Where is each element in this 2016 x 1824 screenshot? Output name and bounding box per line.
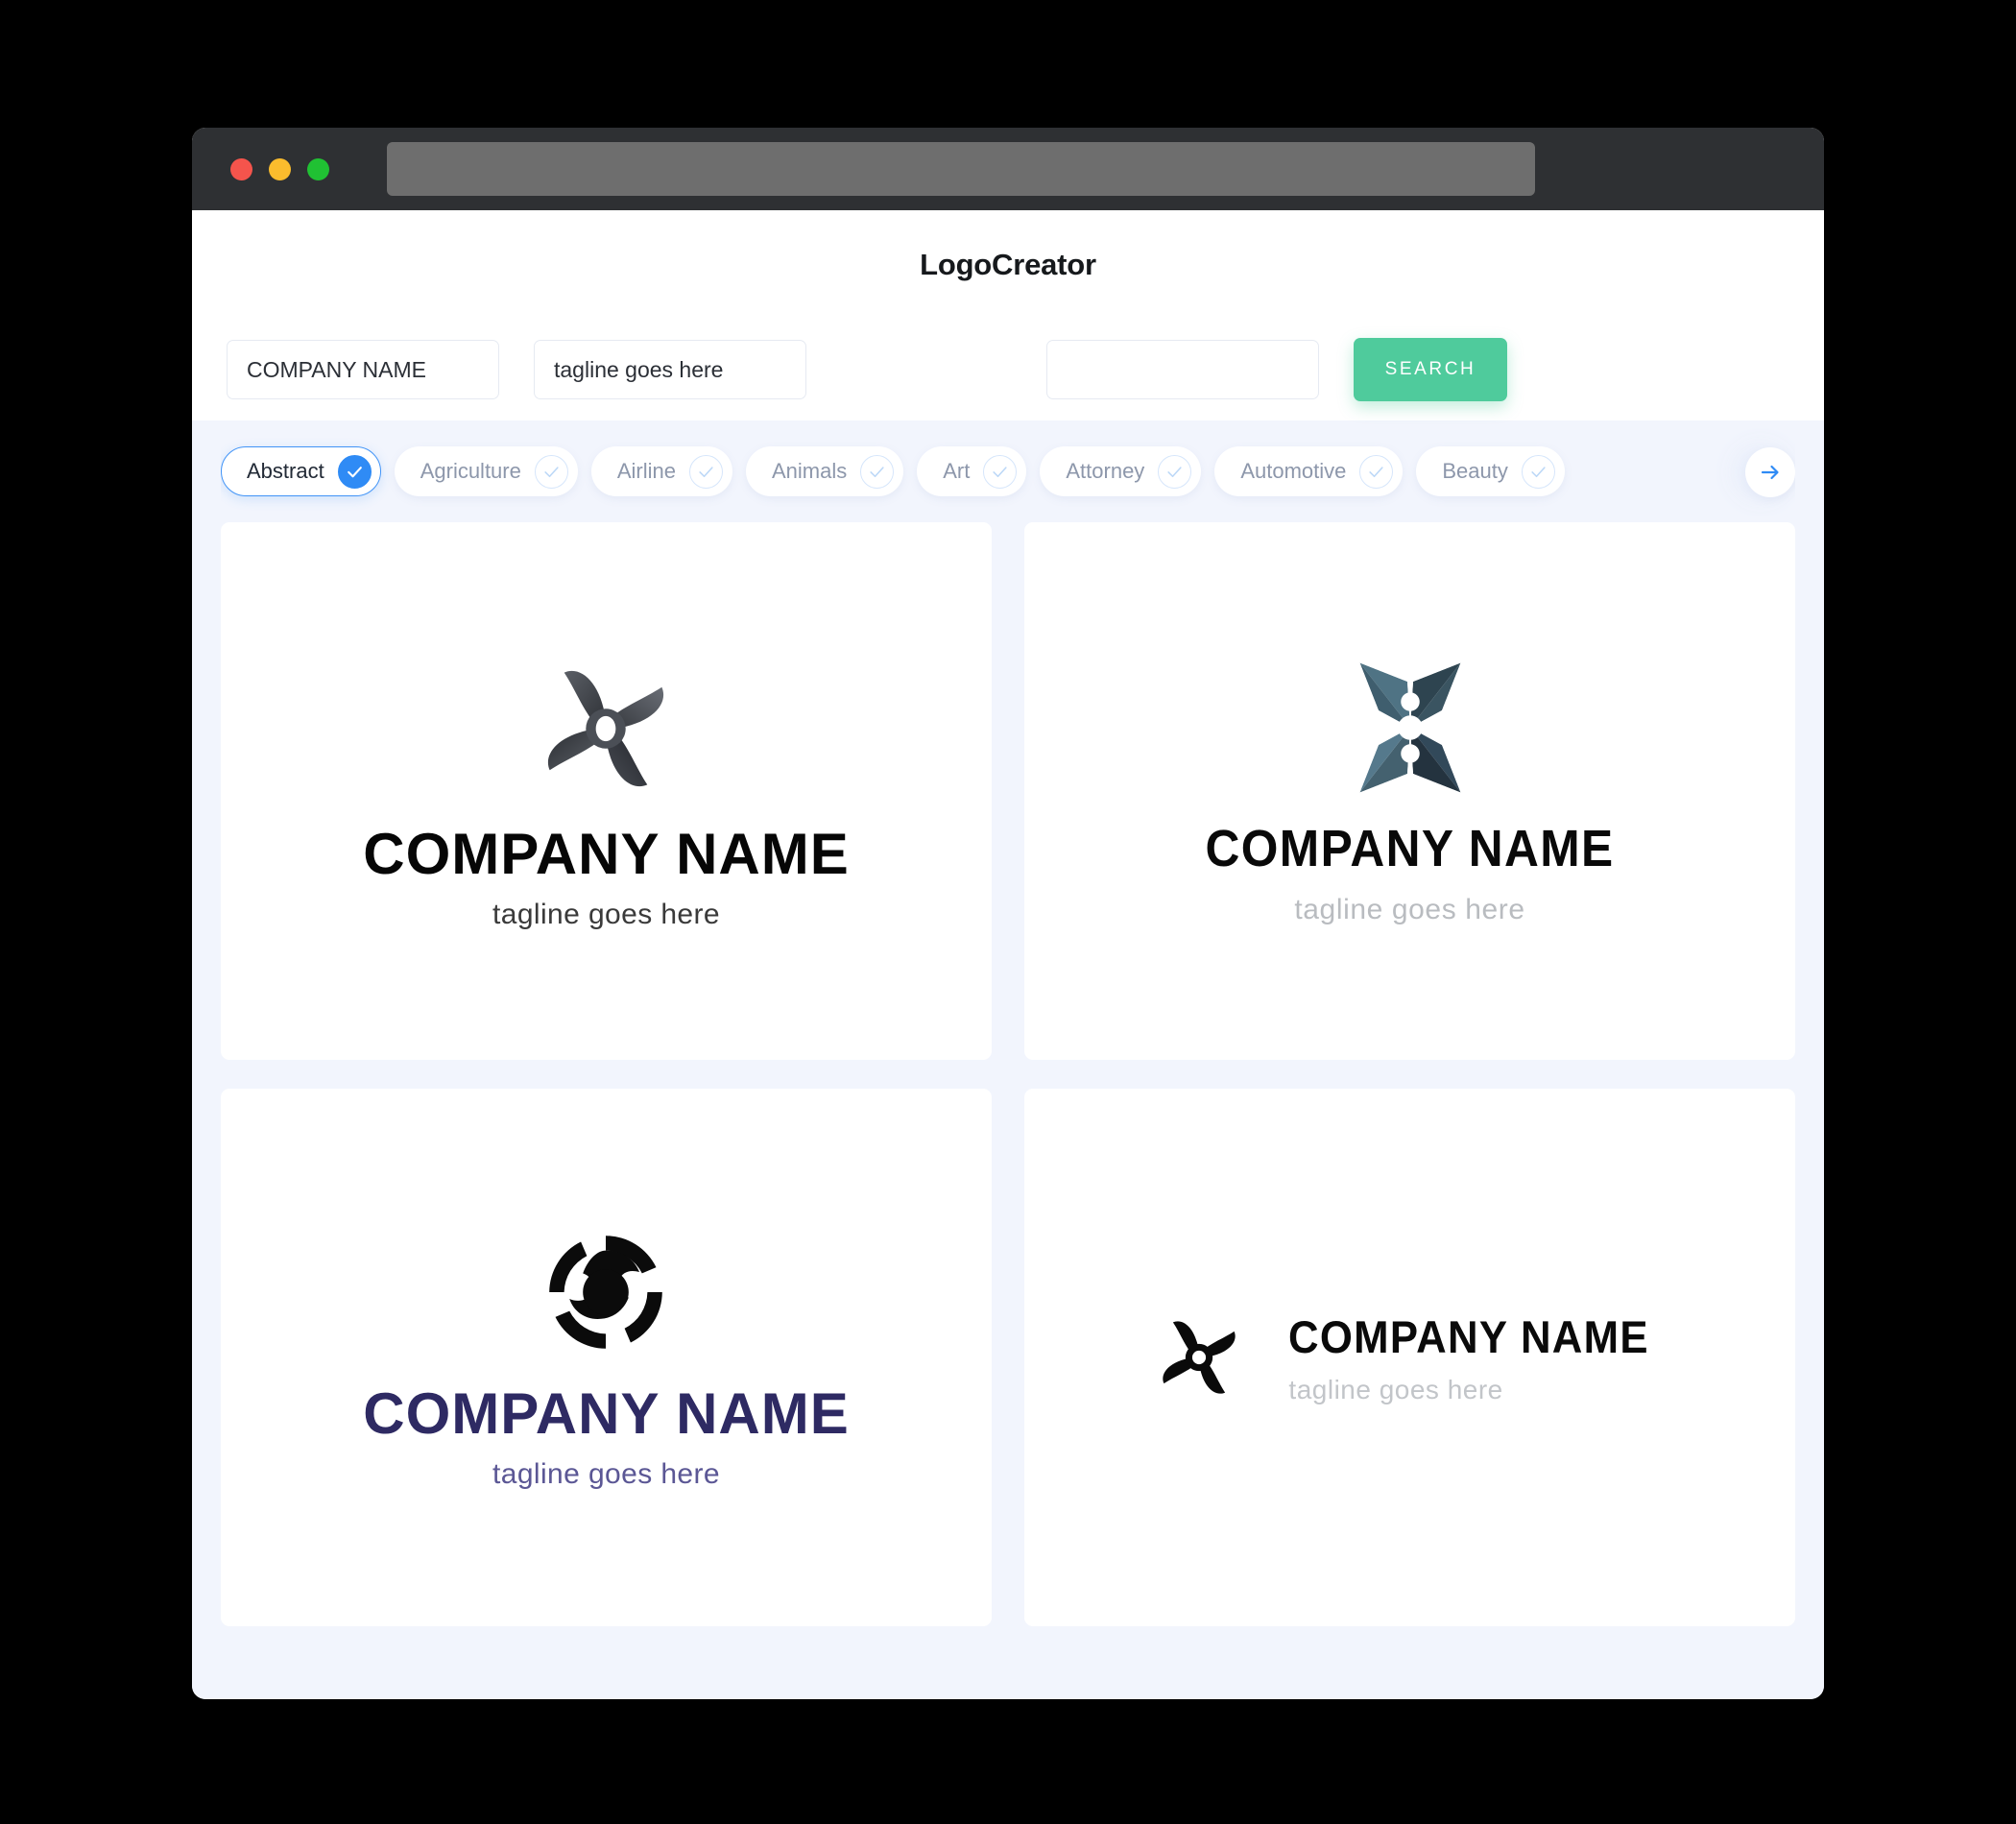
logo-result-card[interactable]: COMPANY NAME tagline goes here	[221, 522, 992, 1060]
check-icon	[983, 454, 1018, 489]
category-chip-label: Attorney	[1066, 459, 1145, 483]
check-icon	[1158, 454, 1192, 489]
category-chip-airline[interactable]: Airline	[590, 446, 732, 496]
logo-company-name: COMPANY NAME	[363, 1380, 850, 1446]
pinwheel-black-icon	[1163, 1321, 1236, 1394]
category-chip-automotive[interactable]: Automotive	[1214, 446, 1404, 496]
page-title: LogoCreator	[920, 247, 1096, 281]
category-chip-label: Art	[943, 459, 971, 483]
category-chip-label: Agriculture	[420, 459, 521, 483]
content-area: Abstract Agriculture Airline Animals Art…	[192, 420, 1824, 1699]
category-chip-animals[interactable]: Animals	[746, 446, 904, 496]
keyword-input[interactable]	[1046, 340, 1319, 399]
logo-result-card[interactable]: COMPANY NAME tagline goes here	[1024, 522, 1795, 1060]
category-chip-label: Animals	[772, 459, 848, 483]
four-point-star-slate-icon	[1359, 662, 1460, 793]
logo-company-name: COMPANY NAME	[1288, 1310, 1650, 1362]
check-icon	[337, 454, 372, 489]
logo-tagline: tagline goes here	[1288, 1374, 1503, 1404]
category-chip-art[interactable]: Art	[917, 446, 1027, 496]
arrow-right-icon[interactable]	[1745, 447, 1795, 497]
logo-company-name: COMPANY NAME	[1205, 820, 1615, 877]
arrow-right-glyph	[1761, 465, 1779, 480]
search-toolbar: SEARCH	[192, 319, 1824, 420]
tagline-input[interactable]	[534, 340, 806, 399]
company-name-input[interactable]	[227, 340, 499, 399]
logo-result-card[interactable]: COMPANY NAME tagline goes here	[1024, 1089, 1795, 1626]
logo-tagline: tagline goes here	[492, 1457, 720, 1490]
close-window-button[interactable]	[230, 157, 252, 180]
category-chip-attorney[interactable]: Attorney	[1040, 446, 1202, 496]
check-icon	[1521, 454, 1555, 489]
address-bar[interactable]	[387, 142, 1535, 196]
traffic-lights	[230, 157, 329, 180]
app-header: LogoCreator	[192, 210, 1824, 319]
search-button[interactable]: SEARCH	[1354, 338, 1507, 401]
category-chip-abstract[interactable]: Abstract	[221, 446, 381, 496]
logo-results-grid: COMPANY NAME tagline goes here COMPANY N…	[221, 522, 1795, 1655]
check-icon	[534, 454, 568, 489]
category-filter-row[interactable]: Abstract Agriculture Airline Animals Art…	[221, 420, 1795, 522]
category-chip-beauty[interactable]: Beauty	[1416, 446, 1565, 496]
logo-company-name: COMPANY NAME	[363, 821, 850, 886]
window-title-bar	[192, 128, 1824, 210]
circular-swirl-black-icon	[549, 1235, 663, 1349]
check-icon	[1359, 454, 1394, 489]
category-chip-label: Beauty	[1442, 459, 1508, 483]
category-chip-label: Automotive	[1240, 459, 1347, 483]
category-chip-label: Abstract	[247, 459, 324, 483]
logo-tagline: tagline goes here	[492, 898, 720, 930]
maximize-window-button[interactable]	[307, 157, 329, 180]
check-icon	[860, 454, 895, 489]
category-chip-agriculture[interactable]: Agriculture	[394, 446, 578, 496]
check-icon	[689, 454, 723, 489]
browser-window: LogoCreator SEARCH Abstract Agriculture	[192, 128, 1824, 1699]
logo-tagline: tagline goes here	[1294, 894, 1525, 925]
minimize-window-button[interactable]	[269, 157, 291, 180]
category-chip-label: Airline	[616, 459, 676, 483]
propeller-gray-icon	[548, 670, 664, 786]
logo-result-card[interactable]: COMPANY NAME tagline goes here	[221, 1089, 992, 1626]
